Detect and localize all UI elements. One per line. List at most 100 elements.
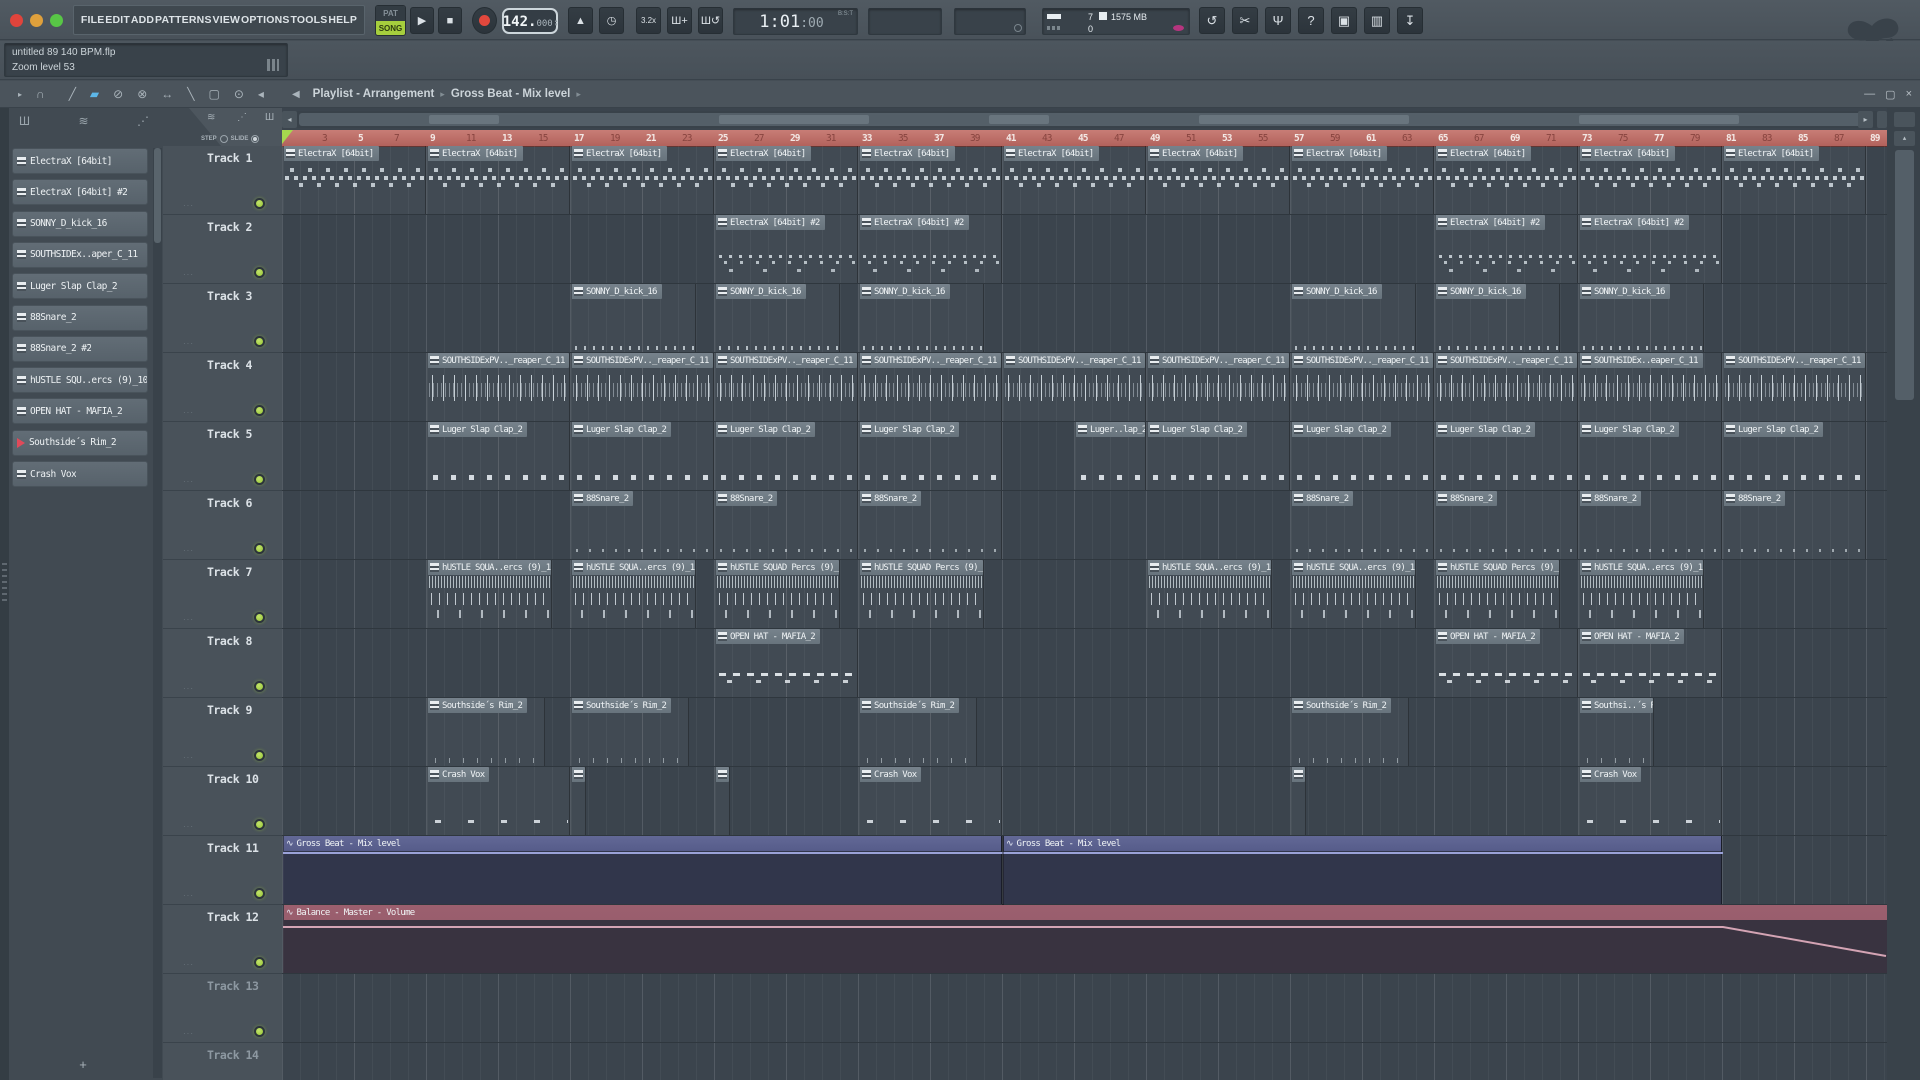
maximize-playlist-button[interactable]: ▢ — [1885, 88, 1895, 101]
slide-toggle[interactable] — [251, 135, 260, 143]
clip[interactable]: SOUTHSIDExPV.._reaper_C_11 — [1435, 353, 1578, 421]
pat-song-switch[interactable]: PAT SONG — [375, 5, 406, 36]
add-track-button[interactable]: + — [74, 1056, 92, 1074]
performance-icon[interactable]: ≋ — [207, 112, 215, 123]
menu-item-patterns[interactable]: PATTERNS — [155, 14, 212, 26]
horizontal-scrollbar[interactable]: ◂ ▸ — [282, 111, 1887, 128]
clip[interactable]: ElectraX [64bit] #2 — [859, 215, 1002, 283]
playlist-subtitle[interactable]: Gross Beat - Mix level — [451, 88, 571, 100]
track-mute-led[interactable] — [254, 888, 265, 899]
track-name[interactable]: Track 3 — [207, 289, 252, 303]
track-name[interactable]: Track 1 — [207, 151, 252, 165]
clip[interactable]: Southside´s Rim_2 — [1291, 698, 1409, 766]
clip[interactable]: ElectraX [64bit] — [1579, 146, 1722, 214]
slip-tool[interactable]: ↔ — [161, 87, 173, 101]
playlist-grid[interactable]: ◂ ▸ 3 5 7 9 11 13 15 17 19 21 23 25 27 29 31 33 35 37 39 41… — [282, 108, 1887, 1080]
record-button[interactable] — [472, 7, 497, 34]
track-mute-led[interactable] — [254, 198, 265, 209]
menu-item-add[interactable]: ADD — [131, 14, 154, 26]
record-audio-button[interactable]: Ψ — [1265, 7, 1291, 34]
picker-item[interactable]: OPEN HAT - MAFIA_2 — [12, 398, 148, 425]
scroll-up-button[interactable]: ▴ — [1894, 131, 1915, 146]
overdub-button[interactable]: Ш+ — [667, 7, 692, 34]
slide-notes-icon[interactable]: ⋰ — [237, 112, 247, 123]
picker-item[interactable]: Southside´s Rim_2 — [12, 429, 148, 456]
track-mute-led[interactable] — [254, 267, 265, 278]
clip[interactable]: ElectraX [64bit] — [715, 146, 858, 214]
clip[interactable]: SOUTHSIDExPV.._reaper_C_11 — [427, 353, 570, 421]
slice-tool[interactable]: ╲ — [187, 87, 194, 101]
clip[interactable]: hUSTLE SQUAD Percs (9)_10 — [715, 560, 840, 628]
menu-item-file[interactable]: FILE — [81, 14, 105, 26]
clip[interactable]: hUSTLE SQUA..ercs (9)_10 — [1579, 560, 1704, 628]
track-name[interactable]: Track 11 — [207, 841, 259, 855]
help-button[interactable]: ? — [1298, 7, 1324, 34]
time-display[interactable]: 1:01:00 B:S:T — [733, 8, 858, 35]
clip[interactable] — [715, 767, 731, 835]
clip[interactable]: Luger Slap Clap_2 — [1435, 422, 1578, 490]
clip[interactable]: SOUTHSIDExPV.._reaper_C_11 — [1291, 353, 1434, 421]
picker-audio-tab[interactable]: ≋ — [78, 114, 88, 128]
clip[interactable]: SOUTHSIDExPV.._reaper_C_11 — [859, 353, 1002, 421]
piano-icon[interactable]: Ш — [265, 112, 274, 123]
clip[interactable]: hUSTLE SQUAD Percs (9)_10 — [859, 560, 984, 628]
clip[interactable]: Crash Vox — [859, 767, 1002, 835]
picker-item[interactable]: ElectraX [64bit] #2 — [12, 179, 148, 206]
horizontal-scroll-handle[interactable] — [299, 113, 1871, 126]
minimize-playlist-button[interactable]: — — [1864, 88, 1875, 101]
clip[interactable]: 88Snare_2 — [1435, 491, 1578, 559]
clip[interactable]: Luger Slap Clap_2 — [1723, 422, 1866, 490]
picker-item[interactable]: hUSTLE SQU..ercs (9)_10 — [12, 367, 148, 394]
picker-item[interactable]: Crash Vox — [12, 461, 148, 487]
clip[interactable]: Crash Vox — [1579, 767, 1722, 835]
menu-item-view[interactable]: VIEW — [213, 14, 241, 26]
step-toggle[interactable] — [219, 135, 228, 143]
track-name[interactable]: Track 13 — [207, 979, 259, 993]
track-mute-led[interactable] — [254, 474, 265, 485]
clip[interactable]: 88Snare_2 — [1723, 491, 1866, 559]
mute-tool[interactable]: ⊗ — [137, 87, 147, 101]
clip[interactable]: hUSTLE SQUA..ercs (9)_10 — [1291, 560, 1416, 628]
picker-item[interactable]: ElectraX [64bit] — [12, 148, 148, 174]
clip[interactable]: 88Snare_2 — [1291, 491, 1434, 559]
track-name[interactable]: Track 6 — [207, 496, 252, 510]
clip[interactable]: 88Snare_2 — [571, 491, 714, 559]
clip[interactable]: hUSTLE SQUA..ercs (9)_10 — [571, 560, 696, 628]
speaker-icon[interactable]: ◀ — [292, 89, 300, 100]
clip[interactable]: hUSTLE SQUA..ercs (9)_10 — [427, 560, 552, 628]
track-name[interactable]: Track 5 — [207, 427, 252, 441]
track-mute-led[interactable] — [254, 819, 265, 830]
picker-item[interactable]: SOUTHSIDEx..aper_C_11 — [12, 241, 148, 268]
automation-clip[interactable]: ∿ Gross Beat - Mix level — [283, 836, 1002, 904]
save-new-version-button[interactable]: ▥ — [1364, 7, 1390, 34]
cut-button[interactable]: ✂ — [1232, 7, 1258, 34]
maximize-window-button[interactable] — [50, 14, 63, 27]
playback-start-marker[interactable] — [282, 130, 293, 144]
tempo-display[interactable]: 142. 000 ▴ ▾ — [502, 8, 558, 34]
clip[interactable]: Luger..lap_2 — [1075, 422, 1146, 490]
clip[interactable]: SONNY_D_kick_16 — [859, 284, 984, 352]
clip[interactable]: 88Snare_2 — [715, 491, 858, 559]
select-tool[interactable]: ▢ — [209, 87, 220, 101]
scroll-corner-button[interactable] — [1894, 112, 1915, 127]
preview-tool[interactable]: ◂ — [258, 87, 264, 101]
track-name[interactable]: Track 12 — [207, 910, 259, 924]
metronome-button[interactable]: ▲ — [568, 7, 593, 34]
track-name[interactable]: Track 2 — [207, 220, 252, 234]
clip[interactable]: SOUTHSIDExPV.._reaper_C_11 — [1003, 353, 1146, 421]
clip[interactable]: ElectraX [64bit] #2 — [1435, 215, 1578, 283]
clip[interactable]: Southside´s Rim_2 — [427, 698, 545, 766]
tempo-spinner[interactable]: ▴ ▾ — [555, 19, 558, 28]
clip[interactable]: OPEN HAT - MAFIA_2 — [1435, 629, 1578, 697]
clip[interactable]: ElectraX [64bit] — [1435, 146, 1578, 214]
clip[interactable]: OPEN HAT - MAFIA_2 — [715, 629, 858, 697]
undo-button[interactable]: ↺ — [1199, 7, 1225, 34]
resize-grip[interactable] — [2, 563, 7, 603]
clip[interactable]: 88Snare_2 — [859, 491, 1002, 559]
clip[interactable]: SOUTHSIDExPV.._reaper_C_11 — [715, 353, 858, 421]
zoom-tool[interactable]: ⊙ — [234, 87, 244, 101]
track-mute-led[interactable] — [254, 750, 265, 761]
track-name[interactable]: Track 7 — [207, 565, 252, 579]
picker-item[interactable]: 88Snare_2 #2 — [12, 335, 148, 362]
clip[interactable]: SONNY_D_kick_16 — [715, 284, 840, 352]
